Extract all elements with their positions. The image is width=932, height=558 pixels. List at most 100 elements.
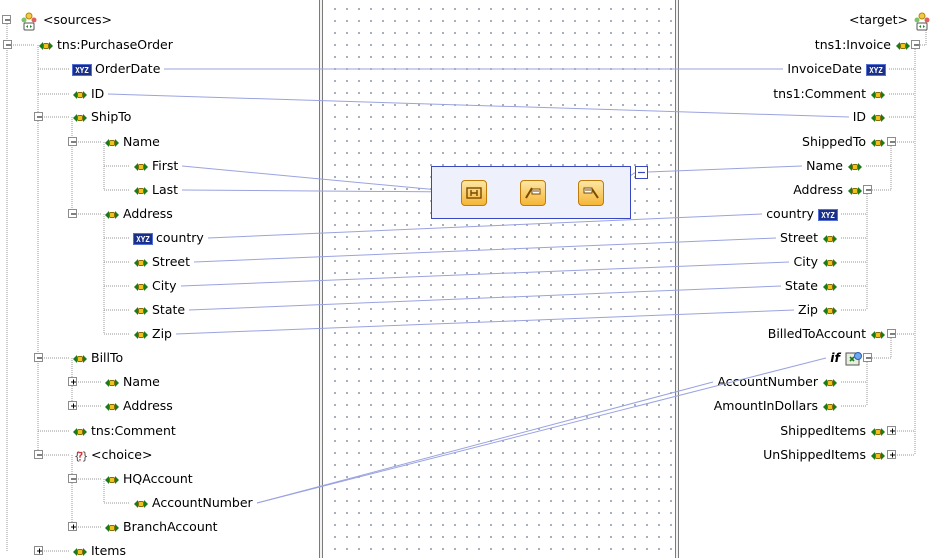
target-node-tns1-invoice[interactable]: tns1:Invoice	[815, 35, 911, 55]
source-node-label: tns:Comment	[91, 423, 176, 438]
choice-icon: {}	[72, 447, 91, 462]
upper-case-function-icon[interactable]	[578, 180, 604, 206]
mapping-canvas[interactable]	[325, 0, 675, 558]
left-splitter[interactable]	[319, 0, 323, 558]
source-node-label: Name	[123, 374, 160, 389]
source-node-orderdate[interactable]: XYZ OrderDate	[72, 59, 160, 79]
source-node-name[interactable]: Name	[104, 132, 160, 152]
shipto-expand-toggle[interactable]	[34, 112, 43, 121]
target-node-amountindollars[interactable]: AmountInDollars	[714, 396, 838, 416]
source-node-name[interactable]: Name	[104, 372, 160, 392]
name-expand-toggle[interactable]	[68, 137, 77, 146]
source-node-tns-comment[interactable]: tns:Comment	[72, 421, 176, 441]
target-node-id[interactable]: ID	[853, 107, 886, 127]
source-node-address[interactable]: Address	[104, 204, 173, 224]
source-node-label: ID	[91, 86, 105, 101]
source-node-city[interactable]: City	[133, 276, 177, 296]
target-node-label: Zip	[798, 302, 818, 317]
branchaccount-expand-toggle[interactable]	[68, 522, 77, 531]
billto-expand-toggle[interactable]	[34, 353, 43, 362]
target-root[interactable]: <target>	[849, 10, 932, 30]
address-expand-toggle[interactable]	[68, 209, 77, 218]
element-icon	[818, 278, 838, 293]
source-node-items[interactable]: Items	[72, 541, 126, 558]
target-tns1-invoice-expand-toggle[interactable]	[911, 40, 920, 49]
target-tree-pane[interactable]: <target> tns1:Invoice InvoiceDate XYZ tns1:C…	[679, 0, 932, 558]
target-node-label: ID	[852, 109, 866, 124]
xyz-attribute-icon: XYZ	[862, 61, 886, 76]
source-node-id[interactable]: ID	[72, 84, 104, 104]
items-expand-toggle[interactable]	[34, 546, 43, 555]
target-shippedto-expand-toggle[interactable]	[887, 137, 896, 146]
target-node-street[interactable]: Street	[780, 228, 838, 248]
source-node-choice[interactable]: {} <choice>	[72, 445, 152, 465]
target-node-label: State	[784, 278, 818, 293]
target-if-expand-toggle[interactable]	[863, 353, 872, 362]
target-node-label: AccountNumber	[717, 374, 818, 389]
source-node-label: Street	[152, 254, 190, 269]
source-node-hqaccount[interactable]: HQAccount	[104, 469, 193, 489]
source-node-shipto[interactable]: ShipTo	[72, 107, 131, 127]
element-icon	[866, 109, 886, 124]
target-shippeditems-expand-toggle[interactable]	[887, 426, 896, 435]
element-icon	[72, 543, 91, 558]
target-node-invoicedate[interactable]: InvoiceDate XYZ	[787, 59, 886, 79]
name-expand-toggle[interactable]	[68, 377, 77, 386]
target-node-label: UnShippedItems	[763, 447, 866, 462]
target-node-if[interactable]: if	[830, 348, 863, 368]
choice-expand-toggle[interactable]	[34, 450, 43, 459]
function-chain[interactable]	[431, 166, 631, 219]
source-node-label: Items	[91, 543, 126, 558]
target-node-label: tns1:Comment	[773, 86, 866, 101]
target-node-accountnumber[interactable]: AccountNumber	[717, 372, 838, 392]
sources-root-collapse-toggle[interactable]	[2, 15, 11, 24]
element-icon	[38, 37, 57, 52]
target-node-city[interactable]: City	[794, 252, 839, 272]
source-node-branchaccount[interactable]: BranchAccount	[104, 517, 218, 537]
target-address-expand-toggle[interactable]	[863, 185, 872, 194]
source-node-street[interactable]: Street	[133, 252, 190, 272]
source-node-first[interactable]: First	[133, 156, 178, 176]
source-node-label: AccountNumber	[152, 495, 253, 510]
target-node-state[interactable]: State	[785, 276, 838, 296]
target-node-label: City	[793, 254, 819, 269]
source-node-state[interactable]: State	[133, 300, 185, 320]
target-node-unshippeditems[interactable]: UnShippedItems	[763, 445, 886, 465]
svg-text:XYZ: XYZ	[869, 66, 883, 75]
element-icon	[818, 254, 838, 269]
target-node-label: if	[830, 350, 840, 365]
target-node-country[interactable]: country XYZ	[766, 204, 838, 224]
source-node-label: OrderDate	[95, 61, 161, 76]
tns-purchaseorder-expand-toggle[interactable]	[3, 40, 12, 49]
source-node-tns-purchaseorder[interactable]: tns:PurchaseOrder	[38, 35, 173, 55]
target-billedtoaccount-expand-toggle[interactable]	[887, 329, 896, 338]
target-node-name[interactable]: Name	[806, 156, 863, 176]
address-expand-toggle[interactable]	[68, 401, 77, 410]
source-node-address[interactable]: Address	[104, 396, 173, 416]
element-icon	[72, 423, 91, 438]
source-node-billto[interactable]: BillTo	[72, 348, 123, 368]
target-node-tns1-comment[interactable]: tns1:Comment	[773, 84, 886, 104]
element-icon	[133, 495, 152, 510]
source-node-last[interactable]: Last	[133, 180, 178, 200]
target-node-label: country	[766, 206, 814, 221]
target-node-shippedto[interactable]: ShippedTo	[802, 132, 886, 152]
element-icon	[866, 447, 886, 462]
element-icon	[104, 134, 123, 149]
target-node-address[interactable]: Address	[793, 180, 863, 200]
hqaccount-expand-toggle[interactable]	[68, 474, 77, 483]
target-unshippeditems-expand-toggle[interactable]	[887, 450, 896, 459]
element-icon	[818, 302, 838, 317]
target-node-billedtoaccount[interactable]: BilledToAccount	[768, 324, 886, 344]
source-tree-pane[interactable]: <sources> tns:PurchaseOrder XYZ OrderDate ID…	[0, 0, 318, 558]
source-node-zip[interactable]: Zip	[133, 324, 172, 344]
target-node-zip[interactable]: Zip	[798, 300, 838, 320]
source-node-accountnumber[interactable]: AccountNumber	[133, 493, 253, 513]
source-node-country[interactable]: XYZ country	[133, 228, 204, 248]
element-icon	[133, 254, 152, 269]
sources-root[interactable]: <sources>	[19, 10, 112, 30]
target-node-shippeditems[interactable]: ShippedItems	[780, 421, 886, 441]
concat-function-icon[interactable]	[461, 180, 487, 206]
trim-function-icon[interactable]	[520, 180, 546, 206]
function-collapse-button[interactable]	[635, 166, 648, 179]
